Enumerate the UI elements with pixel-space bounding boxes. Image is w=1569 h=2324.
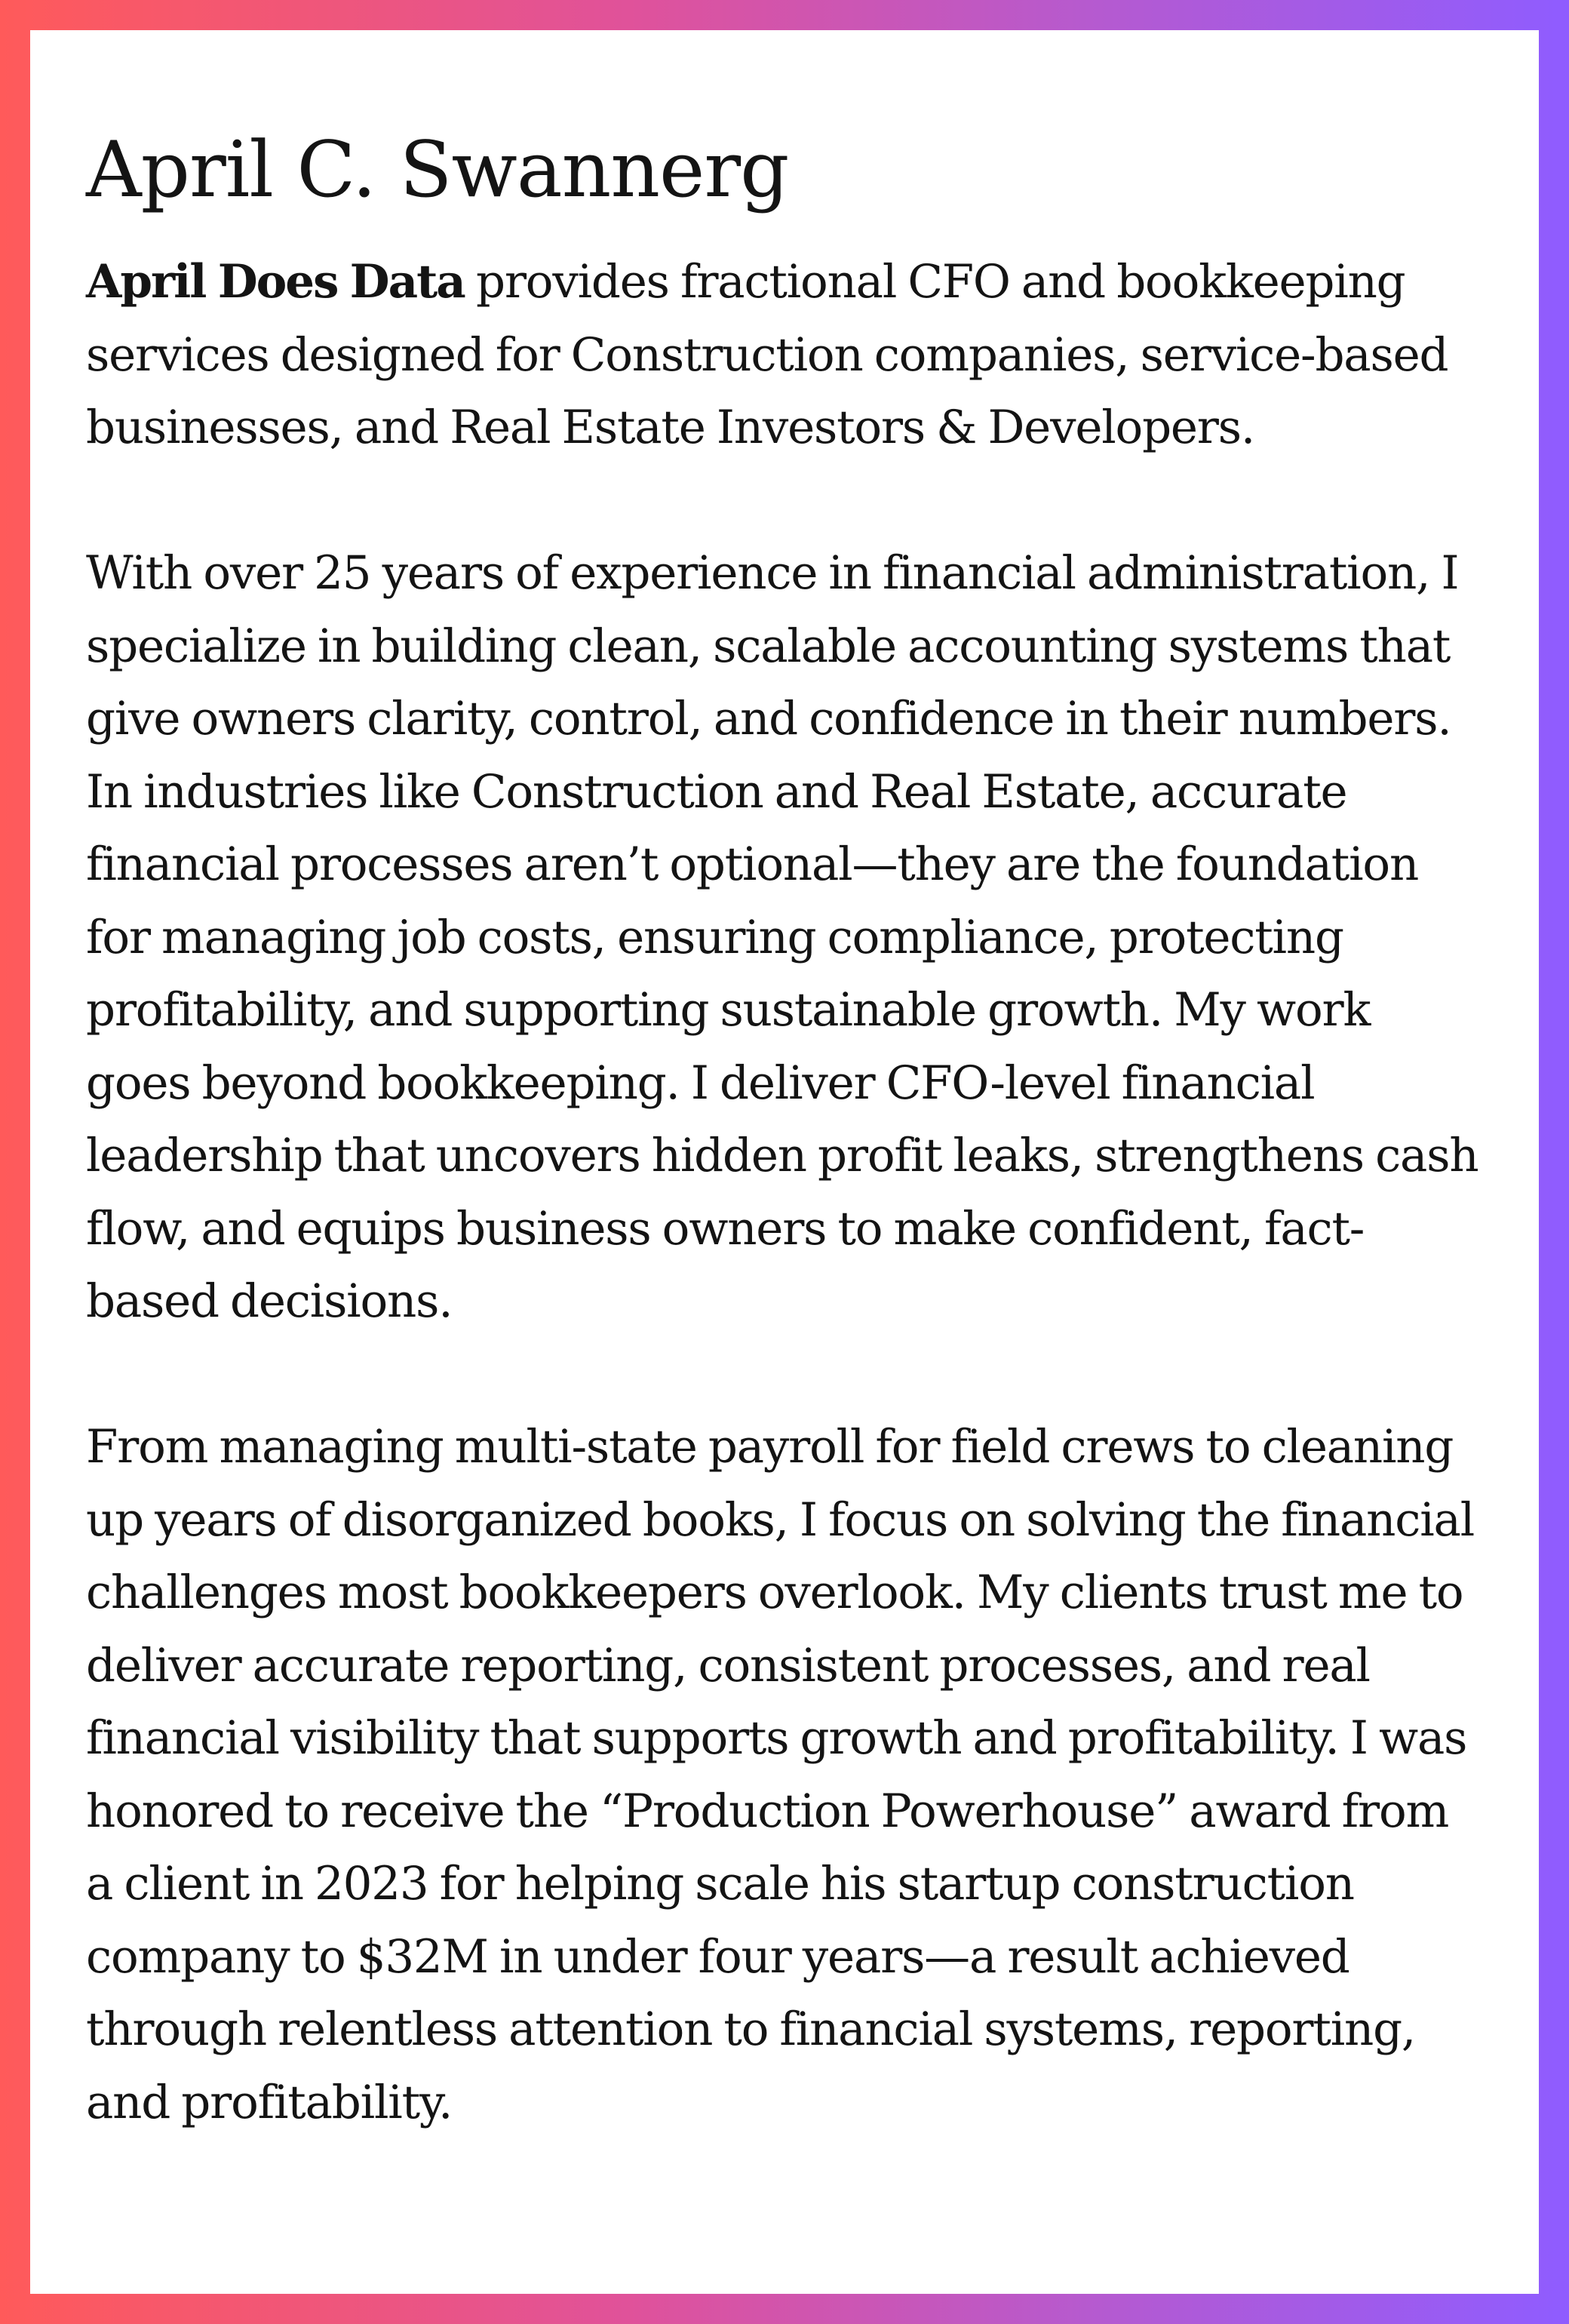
brand-name: April Does Data [86, 255, 466, 309]
achievements-paragraph: From managing multi-state payroll for fi… [86, 1420, 1475, 2129]
experience-paragraph: With over 25 years of experience in fina… [86, 546, 1479, 1329]
profile-name: April C. Swannerg [86, 125, 789, 215]
bio-card: April C. Swannerg April Does Data provid… [30, 30, 1539, 2294]
intro-paragraph: April Does Data provides fractional CFO … [86, 246, 1483, 465]
bio-body: April Does Data provides fractional CFO … [86, 246, 1483, 2139]
